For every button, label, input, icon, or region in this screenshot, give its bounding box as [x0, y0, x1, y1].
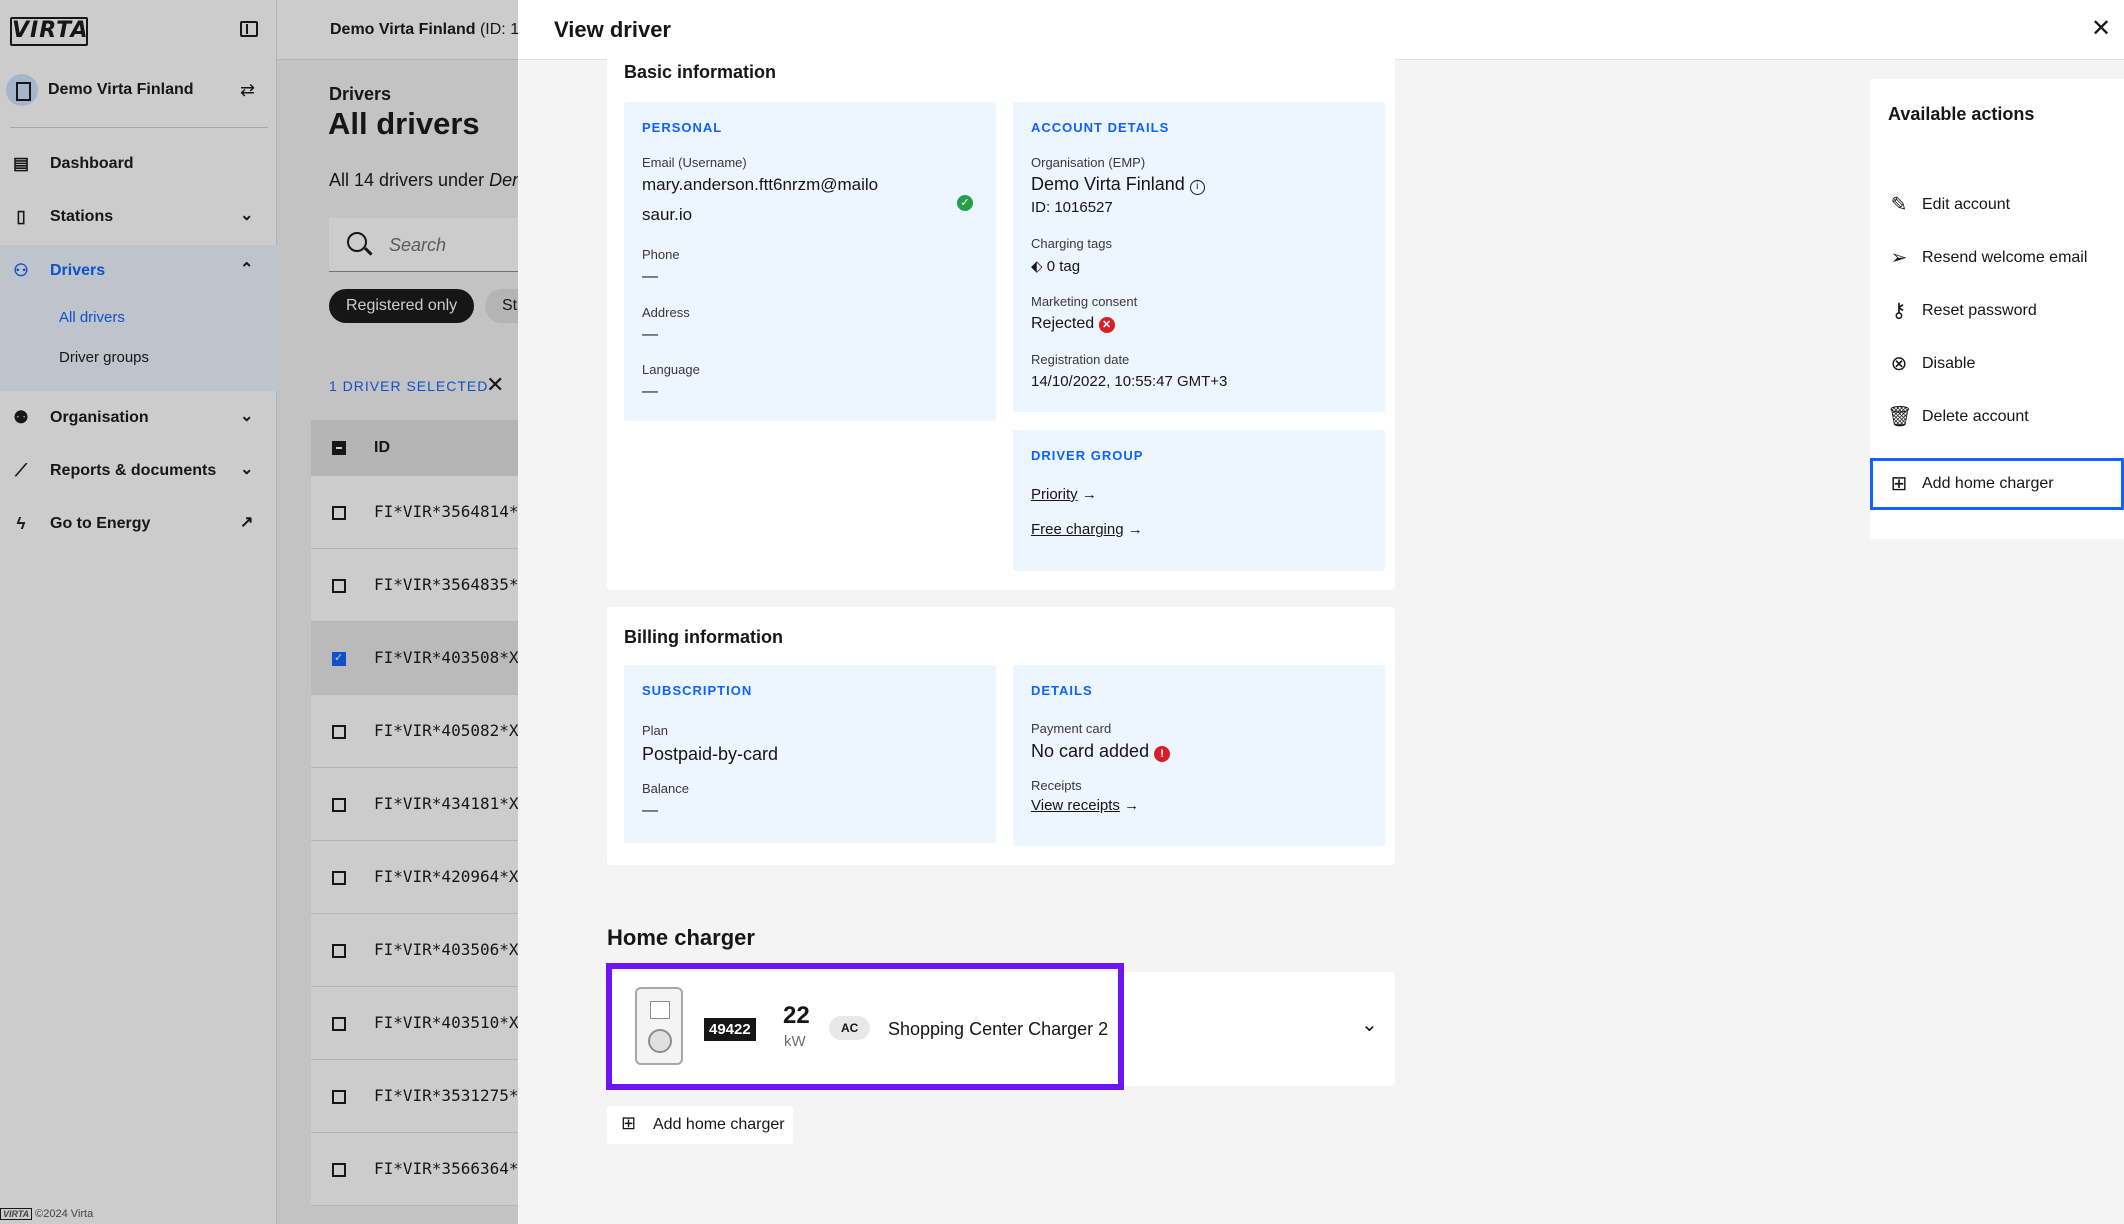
phone-label: Phone — [642, 247, 680, 262]
view-driver-panel: View driver ✕ Basic information PERSONAL… — [518, 0, 2124, 1224]
language-label: Language — [642, 362, 700, 377]
info-icon: i — [1189, 180, 1205, 195]
panel-title: View driver — [554, 17, 671, 42]
send-icon: ➢ — [1890, 247, 1908, 269]
plan-value: Postpaid-by-card — [642, 744, 779, 764]
warning-icon: ! — [1154, 746, 1171, 762]
pencil-icon: ✎ — [1890, 194, 1908, 216]
action-disable[interactable]: ⊗ Disable — [1870, 338, 2124, 390]
email-label: Email (Username) — [642, 155, 747, 170]
personal-heading: PERSONAL — [642, 120, 723, 135]
payment-card-value: No card added ! — [1031, 741, 1171, 762]
arrow-right-icon: → — [1124, 797, 1140, 814]
trash-icon: 🗑 — [1887, 406, 1913, 428]
action-add-home-charger[interactable]: ⊞ Add home charger — [1870, 458, 2124, 510]
billing-details-tile: DETAILS Payment card No card added ! Rec… — [1013, 665, 1385, 846]
organisation-label: Organisation (EMP) — [1031, 155, 1146, 170]
action-label: Add home charger — [1922, 475, 2054, 492]
email-value-line2: saur.io — [642, 205, 693, 224]
verified-icon: ✓ — [957, 193, 973, 211]
basic-information-title: Basic information — [624, 62, 777, 82]
charging-tags-label: Charging tags — [1031, 236, 1112, 251]
available-actions: Available actions ✎ Edit account ➢ Resend w… — [1870, 79, 2124, 539]
organisation-value: Demo Virta Finland i — [1031, 174, 1205, 195]
disable-icon: ⊗ — [1890, 353, 1908, 375]
panel-header: View driver ✕ — [518, 0, 2124, 60]
account-details-tile: ACCOUNT DETAILS Organisation (EMP) Demo … — [1013, 102, 1385, 412]
action-label: Disable — [1922, 355, 1976, 372]
phone-value: — — [642, 268, 658, 285]
billing-information-card: Billing information SUBSCRIPTION Plan Po… — [607, 607, 1395, 865]
action-resend-welcome-email[interactable]: ➢ Resend welcome email — [1870, 232, 2124, 284]
email-value-line1: mary.anderson.ftt6nrzm@mailo — [642, 175, 879, 194]
billing-details-heading: DETAILS — [1031, 683, 1093, 698]
receipts-label: Receipts — [1031, 778, 1082, 793]
marketing-consent-label: Marketing consent — [1031, 294, 1138, 309]
tag-icon: ⬖ — [1031, 258, 1043, 275]
action-label: Delete account — [1922, 408, 2029, 425]
add-home-charger-label: Add home charger — [653, 1116, 785, 1133]
billing-information-title: Billing information — [624, 627, 783, 647]
modal-backdrop[interactable] — [0, 0, 518, 1224]
registration-date-label: Registration date — [1031, 352, 1130, 367]
action-reset-password[interactable]: ⚷ Reset password — [1870, 285, 2124, 337]
action-label: Resend welcome email — [1922, 249, 2088, 266]
balance-value: — — [642, 802, 658, 819]
close-icon[interactable]: ✕ — [2091, 14, 2111, 43]
subscription-heading: SUBSCRIPTION — [642, 683, 753, 698]
balance-label: Balance — [642, 781, 689, 796]
available-actions-title: Available actions — [1888, 104, 2035, 124]
driver-group-tile: DRIVER GROUP Priority → Free charging → — [1013, 430, 1385, 571]
payment-card-label: Payment card — [1031, 721, 1112, 736]
plan-label: Plan — [642, 723, 669, 738]
organisation-id: ID: 1016527 — [1031, 199, 1113, 216]
rejected-icon: ✕ — [1098, 317, 1115, 333]
account-details-heading: ACCOUNT DETAILS — [1031, 120, 1170, 135]
action-delete-account[interactable]: 🗑 Delete account — [1870, 391, 2124, 443]
subscription-tile: SUBSCRIPTION Plan Postpaid-by-card Balan… — [624, 665, 996, 843]
home-charger-highlight — [606, 963, 1124, 1090]
home-charger-heading: Home charger — [607, 925, 755, 950]
view-receipts-link[interactable]: View receipts → — [1031, 797, 1139, 814]
driver-group-heading: DRIVER GROUP — [1031, 448, 1144, 463]
language-value: — — [642, 383, 658, 400]
marketing-consent-value: Rejected ✕ — [1031, 315, 1115, 333]
arrow-right-icon: → — [1127, 521, 1143, 538]
key-icon: ⚷ — [1891, 300, 1907, 322]
charging-tags-value: ⬖ 0 tag — [1031, 258, 1081, 275]
home-charger-icon: ⊞ — [1890, 473, 1908, 495]
personal-tile: PERSONAL Email (Username) mary.anderson.… — [624, 102, 996, 421]
registration-date-value: 14/10/2022, 10:55:47 GMT+3 — [1031, 373, 1228, 390]
action-label: Edit account — [1922, 196, 2011, 213]
action-edit-account[interactable]: ✎ Edit account — [1870, 179, 2124, 231]
action-label: Reset password — [1922, 302, 2037, 319]
driver-group-free-charging-link[interactable]: Free charging → — [1031, 521, 1143, 538]
basic-information-card: Basic information PERSONAL Email (Userna… — [607, 59, 1395, 590]
address-value: — — [642, 326, 658, 343]
home-charger-icon: ⊞ — [621, 1113, 637, 1133]
add-home-charger-button[interactable]: ⊞ Add home charger — [607, 1106, 793, 1144]
arrow-right-icon: → — [1081, 486, 1097, 503]
chevron-down-icon[interactable]: ⌄ — [1361, 1012, 1378, 1037]
driver-group-priority-link[interactable]: Priority → — [1031, 486, 1097, 503]
address-label: Address — [642, 305, 690, 320]
